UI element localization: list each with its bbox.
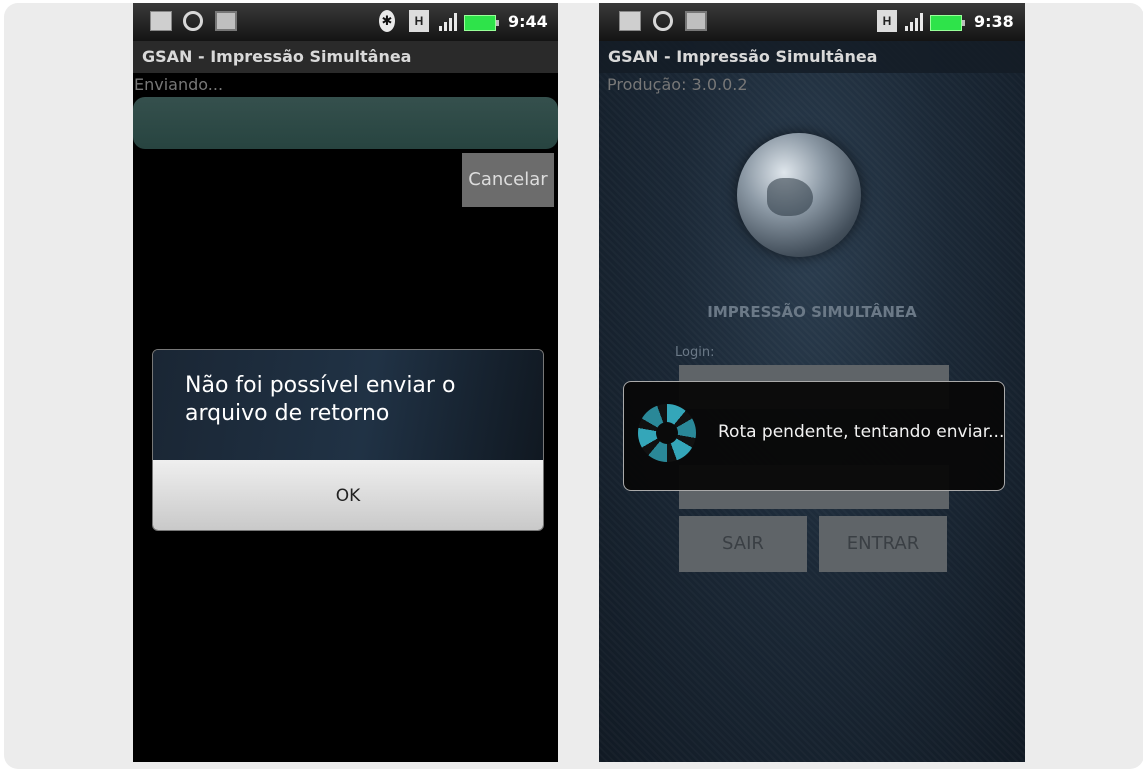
login-label: Login: <box>675 345 715 360</box>
dialog-message: Não foi possível enviar o arquivo de ret… <box>153 350 543 460</box>
progress-toast: Rota pendente, tentando enviar... <box>623 381 1005 491</box>
signal-icon <box>439 13 459 31</box>
left-phone-screen: ✱ H 9:44 GSAN - Impressão Simultânea Env… <box>133 3 558 762</box>
app-name-label: IMPRESSÃO SIMULTÂNEA <box>707 303 917 321</box>
status-time: 9:38 <box>974 12 1014 31</box>
status-bar: H 9:38 <box>599 3 1025 41</box>
loading-spinner-icon <box>638 404 696 462</box>
signal-icon <box>905 13 925 31</box>
toast-message: Rota pendente, tentando enviar... <box>718 422 1005 442</box>
status-bar: ✱ H 9:44 <box>133 3 558 41</box>
notification-icon <box>619 11 641 31</box>
sync-icon <box>653 11 673 31</box>
ok-button[interactable]: OK <box>153 460 543 530</box>
network-type-icon: H <box>409 10 429 32</box>
progress-bar <box>133 97 558 149</box>
network-type-icon: H <box>877 10 897 32</box>
usb-icon <box>685 11 707 31</box>
battery-icon <box>464 15 499 31</box>
bluetooth-icon: ✱ <box>379 10 395 32</box>
app-title: GSAN - Impressão Simultânea <box>599 41 1025 73</box>
notification-icon <box>150 11 172 31</box>
battery-icon <box>930 15 965 31</box>
sending-status-text: Enviando... <box>134 75 224 94</box>
app-title: GSAN - Impressão Simultânea <box>133 41 558 73</box>
cancel-button[interactable]: Cancelar <box>462 153 554 207</box>
version-text: Produção: 3.0.0.2 <box>607 75 748 94</box>
enter-button[interactable]: ENTRAR <box>819 516 947 572</box>
exit-button[interactable]: SAIR <box>679 516 807 572</box>
usb-icon <box>215 11 237 31</box>
sync-icon <box>183 11 203 31</box>
status-time: 9:44 <box>508 12 548 31</box>
globe-logo-icon <box>737 133 861 257</box>
error-dialog: Não foi possível enviar o arquivo de ret… <box>152 349 544 531</box>
right-phone-screen: H 9:38 GSAN - Impressão Simultânea Produ… <box>599 3 1025 762</box>
